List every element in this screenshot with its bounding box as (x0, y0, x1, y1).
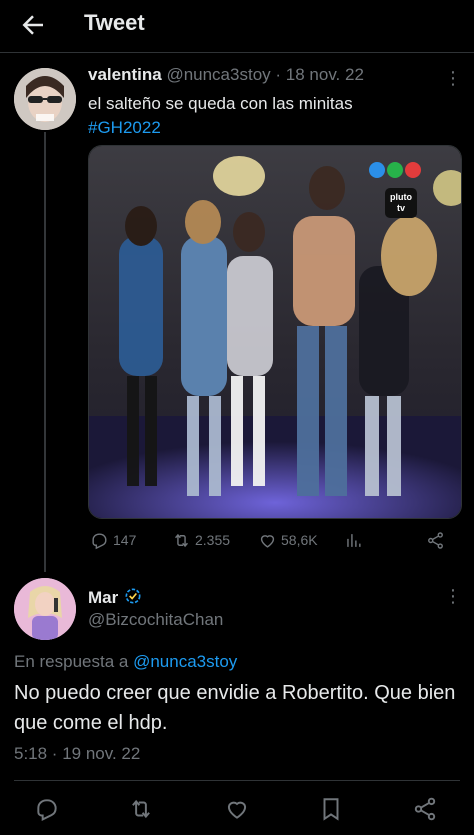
reply-icon (92, 532, 107, 549)
reply-timestamp[interactable]: 5:18 · 19 nov. 22 (14, 744, 140, 764)
analytics-button[interactable] (344, 528, 363, 552)
page-title: Tweet (84, 10, 145, 35)
thread-line (44, 132, 46, 572)
reply-text: No puedo creer que envidie a Robertito. … (14, 682, 456, 734)
tweet-body: el salteño se queda con las minitas (88, 94, 353, 113)
tweet-text: el salteño se queda con las minitas #GH2… (88, 92, 353, 140)
in-reply-handle-link[interactable]: @nunca3stoy (133, 652, 237, 671)
retweet-button[interactable]: 2.355 (172, 528, 230, 552)
analytics-icon (347, 533, 361, 547)
reply-display-name[interactable]: Mar (88, 586, 143, 608)
display-name[interactable]: valentina (88, 65, 162, 84)
avatar-illustration (14, 578, 76, 640)
divider (14, 780, 460, 781)
reply-handle[interactable]: @BizcochitaChan (88, 610, 223, 630)
verified-badge-icon (125, 588, 141, 604)
tweet-actions: 147 2.355 58,6K (88, 528, 460, 552)
reply-button[interactable]: 147 (90, 528, 136, 552)
retweet-icon (175, 533, 188, 547)
like-icon (260, 534, 275, 548)
reply-icon[interactable] (34, 796, 60, 822)
share-icon (428, 531, 443, 549)
like-count: 58,6K (281, 532, 318, 548)
reply-count: 147 (113, 532, 137, 548)
back-arrow-icon[interactable] (18, 10, 48, 40)
handle[interactable]: @nunca3stoy (166, 65, 270, 84)
more-icon[interactable]: ⋮ (444, 68, 462, 88)
more-icon[interactable]: ⋮ (444, 586, 462, 606)
bottom-action-bar (0, 790, 474, 828)
avatar-illustration (14, 68, 76, 130)
bookmark-icon[interactable] (318, 796, 344, 822)
avatar[interactable] (14, 68, 76, 130)
like-button[interactable]: 58,6K (258, 528, 318, 552)
like-icon[interactable] (224, 796, 250, 822)
share-icon[interactable] (412, 796, 438, 822)
retweet-icon[interactable] (128, 796, 154, 822)
avatar[interactable] (14, 578, 76, 640)
media-watermark: pluto tv (390, 192, 412, 213)
hashtag-link[interactable]: #GH2022 (88, 116, 353, 140)
share-button[interactable] (426, 528, 445, 552)
in-reply-prefix: En respuesta a (14, 652, 129, 671)
top-bar: Tweet (0, 0, 474, 53)
retweet-count: 2.355 (195, 532, 231, 548)
tweet-date[interactable]: · 18 nov. 22 (275, 65, 364, 84)
in-reply-to: En respuesta a @nunca3stoy (14, 652, 237, 672)
display-name: Mar (88, 588, 119, 607)
tweet-header: valentina @nunca3stoy · 18 nov. 22 (88, 65, 364, 85)
tweet-media[interactable]: pluto tv (88, 145, 462, 519)
